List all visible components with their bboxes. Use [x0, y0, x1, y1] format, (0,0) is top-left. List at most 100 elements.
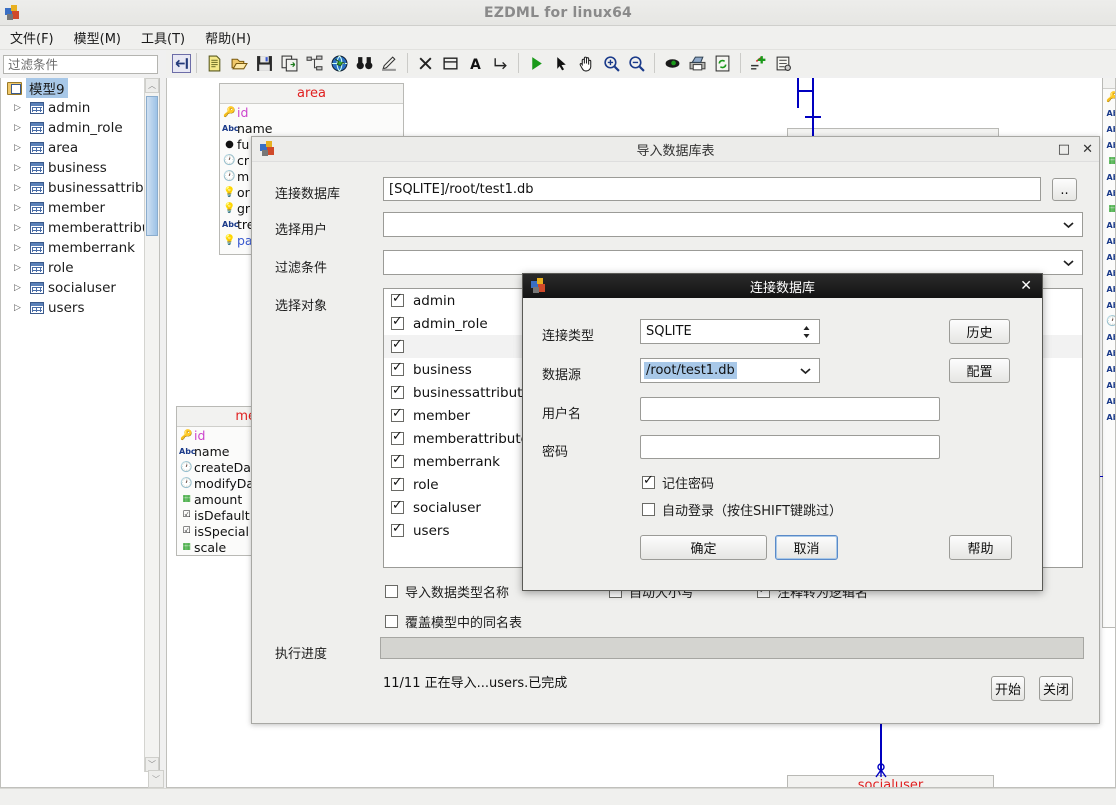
- checkbox-icon[interactable]: [391, 429, 404, 445]
- connect-database-dialog[interactable]: 连接数据库 ✕ 连接类型 SQLITE 历史 数据源 /root/test1.d…: [522, 273, 1043, 591]
- globe-icon[interactable]: [327, 51, 352, 75]
- chevron-down-icon[interactable]: [1054, 251, 1082, 274]
- menu-tools[interactable]: 工具(T): [131, 26, 195, 49]
- checkbox-icon[interactable]: [642, 473, 655, 489]
- open-folder-icon[interactable]: [227, 51, 252, 75]
- binoculars-icon[interactable]: [352, 51, 377, 75]
- structure-icon[interactable]: [302, 51, 327, 75]
- chevron-right-icon[interactable]: ▷: [11, 123, 24, 133]
- pencil-icon[interactable]: [377, 51, 402, 75]
- checkbox-icon[interactable]: [391, 360, 404, 376]
- maximize-icon[interactable]: □: [1058, 143, 1070, 156]
- play-icon[interactable]: [524, 51, 549, 75]
- checkbox-icon[interactable]: [391, 291, 404, 307]
- tree-item-admin[interactable]: ▷ admin: [1, 98, 159, 118]
- add-field-icon[interactable]: [746, 51, 771, 75]
- checkbox-icon[interactable]: [385, 615, 398, 628]
- er-table-member[interactable]: me 🔑 id Abc name 🕐 createDa 🕐 modifyDa ▦ amou…: [176, 406, 261, 556]
- db-connection-input[interactable]: [SQLITE]/root/test1.db: [383, 177, 1041, 201]
- history-button[interactable]: 历史: [949, 319, 1010, 344]
- datasource-input[interactable]: /root/test1.db: [640, 358, 820, 383]
- chevron-down-icon[interactable]: [791, 359, 819, 382]
- username-input[interactable]: [640, 397, 940, 421]
- close-icon[interactable]: ✕: [1082, 143, 1093, 156]
- filter-input[interactable]: 过滤条件: [3, 55, 158, 74]
- checkbox-icon[interactable]: [391, 337, 404, 353]
- tree-item-memberattribute[interactable]: ▷ memberattribu: [1, 218, 159, 238]
- menu-help[interactable]: 帮助(H): [195, 26, 261, 49]
- option-overwrite-tables[interactable]: 覆盖模型中的同名表: [385, 612, 522, 631]
- scroll-thumb[interactable]: [146, 96, 158, 236]
- chevron-right-icon[interactable]: ▷: [11, 303, 24, 313]
- menu-file[interactable]: 文件(F): [0, 26, 64, 49]
- hand-icon[interactable]: [574, 51, 599, 75]
- chevron-right-icon[interactable]: ▷: [11, 183, 24, 193]
- table-icon[interactable]: [438, 51, 463, 75]
- checkbox-icon[interactable]: [391, 406, 404, 422]
- config-button[interactable]: 配置: [949, 358, 1010, 383]
- text-icon[interactable]: A: [463, 51, 488, 75]
- spinner-updown-icon[interactable]: [793, 320, 819, 343]
- chevron-right-icon[interactable]: ▷: [11, 143, 24, 153]
- checkbox-icon[interactable]: [391, 452, 404, 468]
- connection-type-select[interactable]: SQLITE: [640, 319, 820, 344]
- scroll-up-icon[interactable]: ︿: [145, 78, 159, 93]
- tree-root-model[interactable]: 模型9: [1, 78, 159, 98]
- chevron-right-icon[interactable]: ▷: [11, 223, 24, 233]
- view-icon[interactable]: [660, 51, 685, 75]
- zoom-out-icon[interactable]: [624, 51, 649, 75]
- checkbox-icon[interactable]: [391, 521, 404, 537]
- tree-item-business[interactable]: ▷ business: [1, 158, 159, 178]
- auto-login-checkbox[interactable]: 自动登录（按住SHIFT键跳过）: [642, 500, 842, 519]
- cancel-button[interactable]: 取消: [775, 535, 838, 560]
- tree-vertical-scrollbar[interactable]: ︿ ﹀: [144, 78, 159, 772]
- er-table-right-edge[interactable]: 🔑 Ab Ab Ab ▦ Ab Ab ▦ Ab Ab Ab Ab Ab Ab 🕐…: [1102, 78, 1115, 628]
- tree-item-role[interactable]: ▷ role: [1, 258, 159, 278]
- tree-item-users[interactable]: ▷ users: [1, 298, 159, 318]
- option-import-datatype[interactable]: 导入数据类型名称: [385, 582, 509, 601]
- tree-item-admin_role[interactable]: ▷ admin_role: [1, 118, 159, 138]
- relation-arrow-icon[interactable]: [488, 51, 513, 75]
- refresh-doc-icon[interactable]: [710, 51, 735, 75]
- tree-scroll-down-icon[interactable]: ﹀: [148, 770, 164, 788]
- chevron-right-icon[interactable]: ▷: [11, 283, 24, 293]
- properties-icon[interactable]: [771, 51, 796, 75]
- filter-select[interactable]: [383, 250, 1083, 275]
- checkbox-icon[interactable]: [391, 314, 404, 330]
- start-button[interactable]: 开始: [991, 676, 1025, 701]
- chevron-right-icon[interactable]: ▷: [11, 163, 24, 173]
- tree-item-socialuser[interactable]: ▷ socialuser: [1, 278, 159, 298]
- tree-item-businessattribute[interactable]: ▷ businessattribu: [1, 178, 159, 198]
- collapse-panel-icon[interactable]: [172, 53, 191, 73]
- remember-password-checkbox[interactable]: 记住密码: [642, 473, 714, 492]
- save-icon[interactable]: [252, 51, 277, 75]
- help-button[interactable]: 帮助: [949, 535, 1012, 560]
- user-select[interactable]: [383, 212, 1083, 237]
- checkbox-icon[interactable]: [391, 475, 404, 491]
- print-icon[interactable]: [685, 51, 710, 75]
- chevron-right-icon[interactable]: ▷: [11, 243, 24, 253]
- new-file-icon[interactable]: [202, 51, 227, 75]
- checkbox-icon[interactable]: [385, 585, 398, 598]
- ok-button[interactable]: 确定: [640, 535, 767, 560]
- tree-item-memberrank[interactable]: ▷ memberrank: [1, 238, 159, 258]
- close-button[interactable]: 关闭: [1039, 676, 1073, 701]
- close-x-icon[interactable]: [413, 51, 438, 75]
- browse-button[interactable]: ..: [1052, 178, 1077, 201]
- tree-item-area[interactable]: ▷ area: [1, 138, 159, 158]
- checkbox-icon[interactable]: [391, 383, 404, 399]
- zoom-in-icon[interactable]: [599, 51, 624, 75]
- chevron-down-icon[interactable]: [1054, 213, 1082, 236]
- chevron-right-icon[interactable]: ▷: [11, 203, 24, 213]
- tree-item-member[interactable]: ▷ member: [1, 198, 159, 218]
- pointer-icon[interactable]: [549, 51, 574, 75]
- chevron-right-icon[interactable]: ▷: [11, 103, 24, 113]
- password-input[interactable]: [640, 435, 940, 459]
- abc-icon: Ab: [1106, 188, 1115, 198]
- menu-model[interactable]: 模型(M): [64, 26, 131, 49]
- close-icon[interactable]: ✕: [1020, 278, 1032, 294]
- copy-icon[interactable]: [277, 51, 302, 75]
- checkbox-icon[interactable]: [391, 498, 404, 514]
- checkbox-icon[interactable]: [642, 503, 655, 516]
- chevron-right-icon[interactable]: ▷: [11, 263, 24, 273]
